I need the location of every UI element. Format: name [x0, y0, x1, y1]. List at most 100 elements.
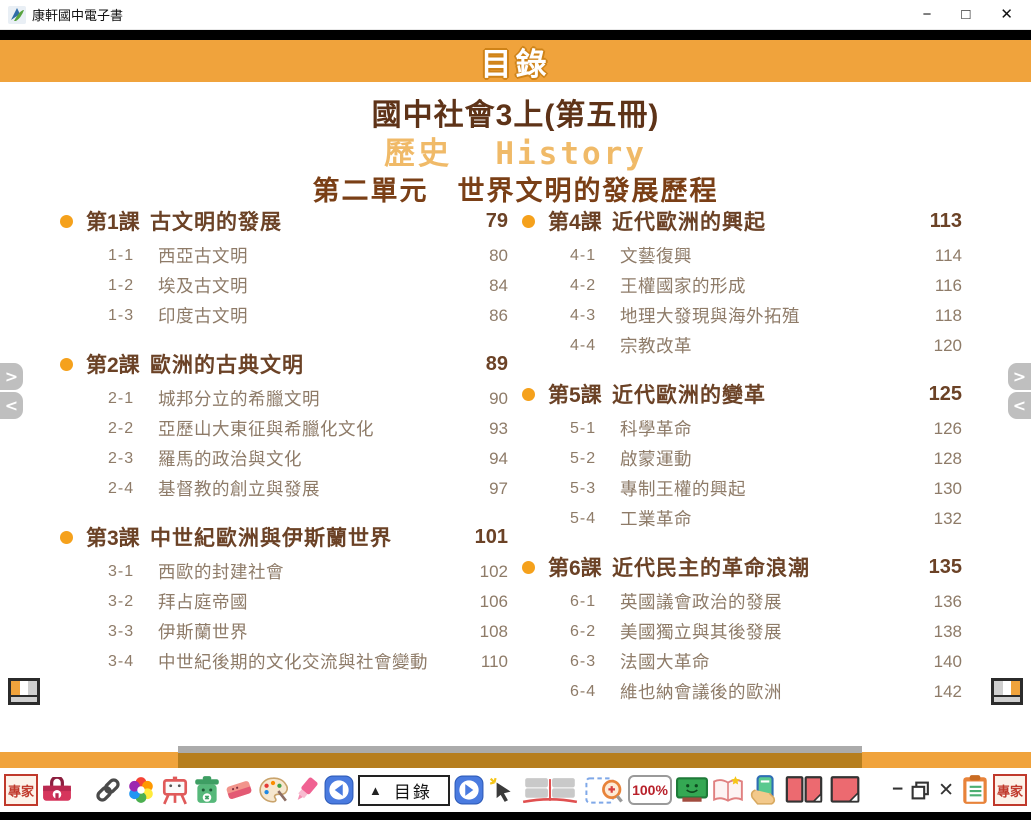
sub-page[interactable]: 86 [464, 304, 508, 328]
page-corner-left-icon[interactable] [8, 678, 40, 705]
sub-page[interactable]: 140 [918, 650, 962, 674]
sub-page[interactable]: 97 [464, 477, 508, 501]
lesson-page[interactable]: 135 [914, 556, 962, 579]
trash-icon[interactable] [194, 772, 220, 808]
pinwheel-icon[interactable] [126, 772, 156, 808]
sub-page[interactable]: 132 [918, 507, 962, 531]
sub-page[interactable]: 142 [918, 680, 962, 704]
sparkle-book-icon[interactable] [712, 772, 744, 808]
sub-row[interactable]: 2-4 基督教的創立與發展 97 [60, 477, 508, 501]
right-edge-back-button[interactable]: < [1008, 392, 1031, 419]
chalkboard-icon[interactable] [676, 772, 708, 808]
close-button[interactable]: ✕ [1000, 7, 1013, 22]
lesson-row[interactable]: 第5課 近代歐洲的變革 125 [522, 379, 962, 409]
lesson-title[interactable]: 中世紀歐洲與伊斯蘭世界 [150, 522, 460, 552]
sub-title[interactable]: 城邦分立的希臘文明 [158, 387, 464, 411]
right-edge-forward-button[interactable]: > [1008, 363, 1031, 390]
eraser-icon[interactable] [224, 772, 254, 808]
hand-phone-icon[interactable] [748, 772, 780, 808]
toolbar-close-button[interactable]: ✕ [935, 779, 957, 802]
expert-mode-button-left[interactable]: 專家 [4, 774, 38, 806]
sub-row[interactable]: 4-1 文藝復興 114 [522, 244, 962, 268]
sub-title[interactable]: 伊斯蘭世界 [158, 620, 464, 644]
sub-title[interactable]: 專制王權的興起 [620, 477, 918, 501]
highlighter-icon[interactable] [292, 772, 320, 808]
single-page-view-icon[interactable] [828, 772, 862, 808]
sub-title[interactable]: 宗教改革 [620, 334, 918, 358]
lesson-row[interactable]: 第4課 近代歐洲的興起 113 [522, 206, 962, 236]
sub-row[interactable]: 6-1 英國議會政治的發展 136 [522, 590, 962, 614]
zoom-level-badge[interactable]: 100% [628, 775, 672, 805]
expert-mode-button-right[interactable]: 專家 [993, 774, 1027, 806]
sub-row[interactable]: 1-3 印度古文明 86 [60, 304, 508, 328]
lesson-title[interactable]: 近代歐洲的興起 [612, 206, 914, 236]
sub-title[interactable]: 美國獨立與其後發展 [620, 620, 918, 644]
clipboard-icon[interactable] [961, 772, 989, 808]
lesson-row[interactable]: 第1課 古文明的發展 79 [60, 206, 508, 236]
toolbar-minimize-button[interactable]: − [889, 779, 906, 801]
sub-page[interactable]: 128 [918, 447, 962, 471]
sub-row[interactable]: 5-3 專制王權的興起 130 [522, 477, 962, 501]
sub-row[interactable]: 5-1 科學革命 126 [522, 417, 962, 441]
dual-page-view-icon[interactable] [784, 772, 824, 808]
sub-title[interactable]: 法國大革命 [620, 650, 918, 674]
sub-page[interactable]: 93 [464, 417, 508, 441]
lesson-title[interactable]: 近代歐洲的變革 [612, 379, 914, 409]
sub-page[interactable]: 138 [918, 620, 962, 644]
next-page-button[interactable] [454, 772, 484, 808]
sub-page[interactable]: 80 [464, 244, 508, 268]
lesson-title[interactable]: 歐洲的古典文明 [150, 349, 460, 379]
sub-title[interactable]: 科學革命 [620, 417, 918, 441]
toolbar-restore-button[interactable] [910, 772, 931, 808]
sub-page[interactable]: 94 [464, 447, 508, 471]
page-selector[interactable]: ▲ 目錄 [358, 775, 450, 806]
book-spread-icon[interactable] [520, 772, 580, 808]
sub-page[interactable]: 106 [464, 590, 508, 614]
sub-page[interactable]: 84 [464, 274, 508, 298]
sub-title[interactable]: 基督教的創立與發展 [158, 477, 464, 501]
sub-title[interactable]: 英國議會政治的發展 [620, 590, 918, 614]
sub-title[interactable]: 文藝復興 [620, 244, 918, 268]
sub-title[interactable]: 工業革命 [620, 507, 918, 531]
lesson-page[interactable]: 113 [914, 210, 962, 233]
sub-row[interactable]: 6-4 維也納會議後的歐洲 142 [522, 680, 962, 704]
cursor-icon[interactable] [488, 772, 516, 808]
sub-title[interactable]: 印度古文明 [158, 304, 464, 328]
sub-row[interactable]: 5-4 工業革命 132 [522, 507, 962, 531]
sub-title[interactable]: 維也納會議後的歐洲 [620, 680, 918, 704]
maximize-button[interactable]: □ [961, 7, 970, 22]
sub-page[interactable]: 126 [918, 417, 962, 441]
sub-page[interactable]: 118 [918, 304, 962, 328]
minimize-button[interactable]: − [923, 7, 932, 22]
sub-row[interactable]: 4-2 王權國家的形成 116 [522, 274, 962, 298]
sub-page[interactable]: 136 [918, 590, 962, 614]
sub-row[interactable]: 2-3 羅馬的政治與文化 94 [60, 447, 508, 471]
palette-icon[interactable] [258, 772, 288, 808]
sub-title[interactable]: 啟蒙運動 [620, 447, 918, 471]
sub-title[interactable]: 拜占庭帝國 [158, 590, 464, 614]
lesson-page[interactable]: 125 [914, 383, 962, 406]
sub-page[interactable]: 114 [918, 244, 962, 268]
sub-row[interactable]: 5-2 啟蒙運動 128 [522, 447, 962, 471]
sub-page[interactable]: 110 [464, 650, 508, 674]
sub-title[interactable]: 西歐的封建社會 [158, 560, 464, 584]
sub-page[interactable]: 90 [464, 387, 508, 411]
sub-title[interactable]: 王權國家的形成 [620, 274, 918, 298]
lesson-page[interactable]: 79 [460, 210, 508, 233]
lesson-row[interactable]: 第6課 近代民主的革命浪潮 135 [522, 552, 962, 582]
sub-row[interactable]: 2-1 城邦分立的希臘文明 90 [60, 387, 508, 411]
zoom-area-icon[interactable] [584, 772, 624, 808]
sub-page[interactable]: 130 [918, 477, 962, 501]
horizontal-scrollbar[interactable] [178, 753, 862, 768]
left-edge-forward-button[interactable]: > [0, 363, 23, 390]
page-corner-right-icon[interactable] [991, 678, 1023, 705]
lesson-page[interactable]: 89 [460, 353, 508, 376]
lesson-title[interactable]: 近代民主的革命浪潮 [612, 552, 914, 582]
sub-row[interactable]: 6-3 法國大革命 140 [522, 650, 962, 674]
link-icon[interactable] [94, 772, 122, 808]
prev-page-button[interactable] [324, 772, 354, 808]
sub-row[interactable]: 3-1 西歐的封建社會 102 [60, 560, 508, 584]
sub-title[interactable]: 埃及古文明 [158, 274, 464, 298]
lesson-page[interactable]: 101 [460, 526, 508, 549]
sub-title[interactable]: 亞歷山大東征與希臘化文化 [158, 417, 464, 441]
